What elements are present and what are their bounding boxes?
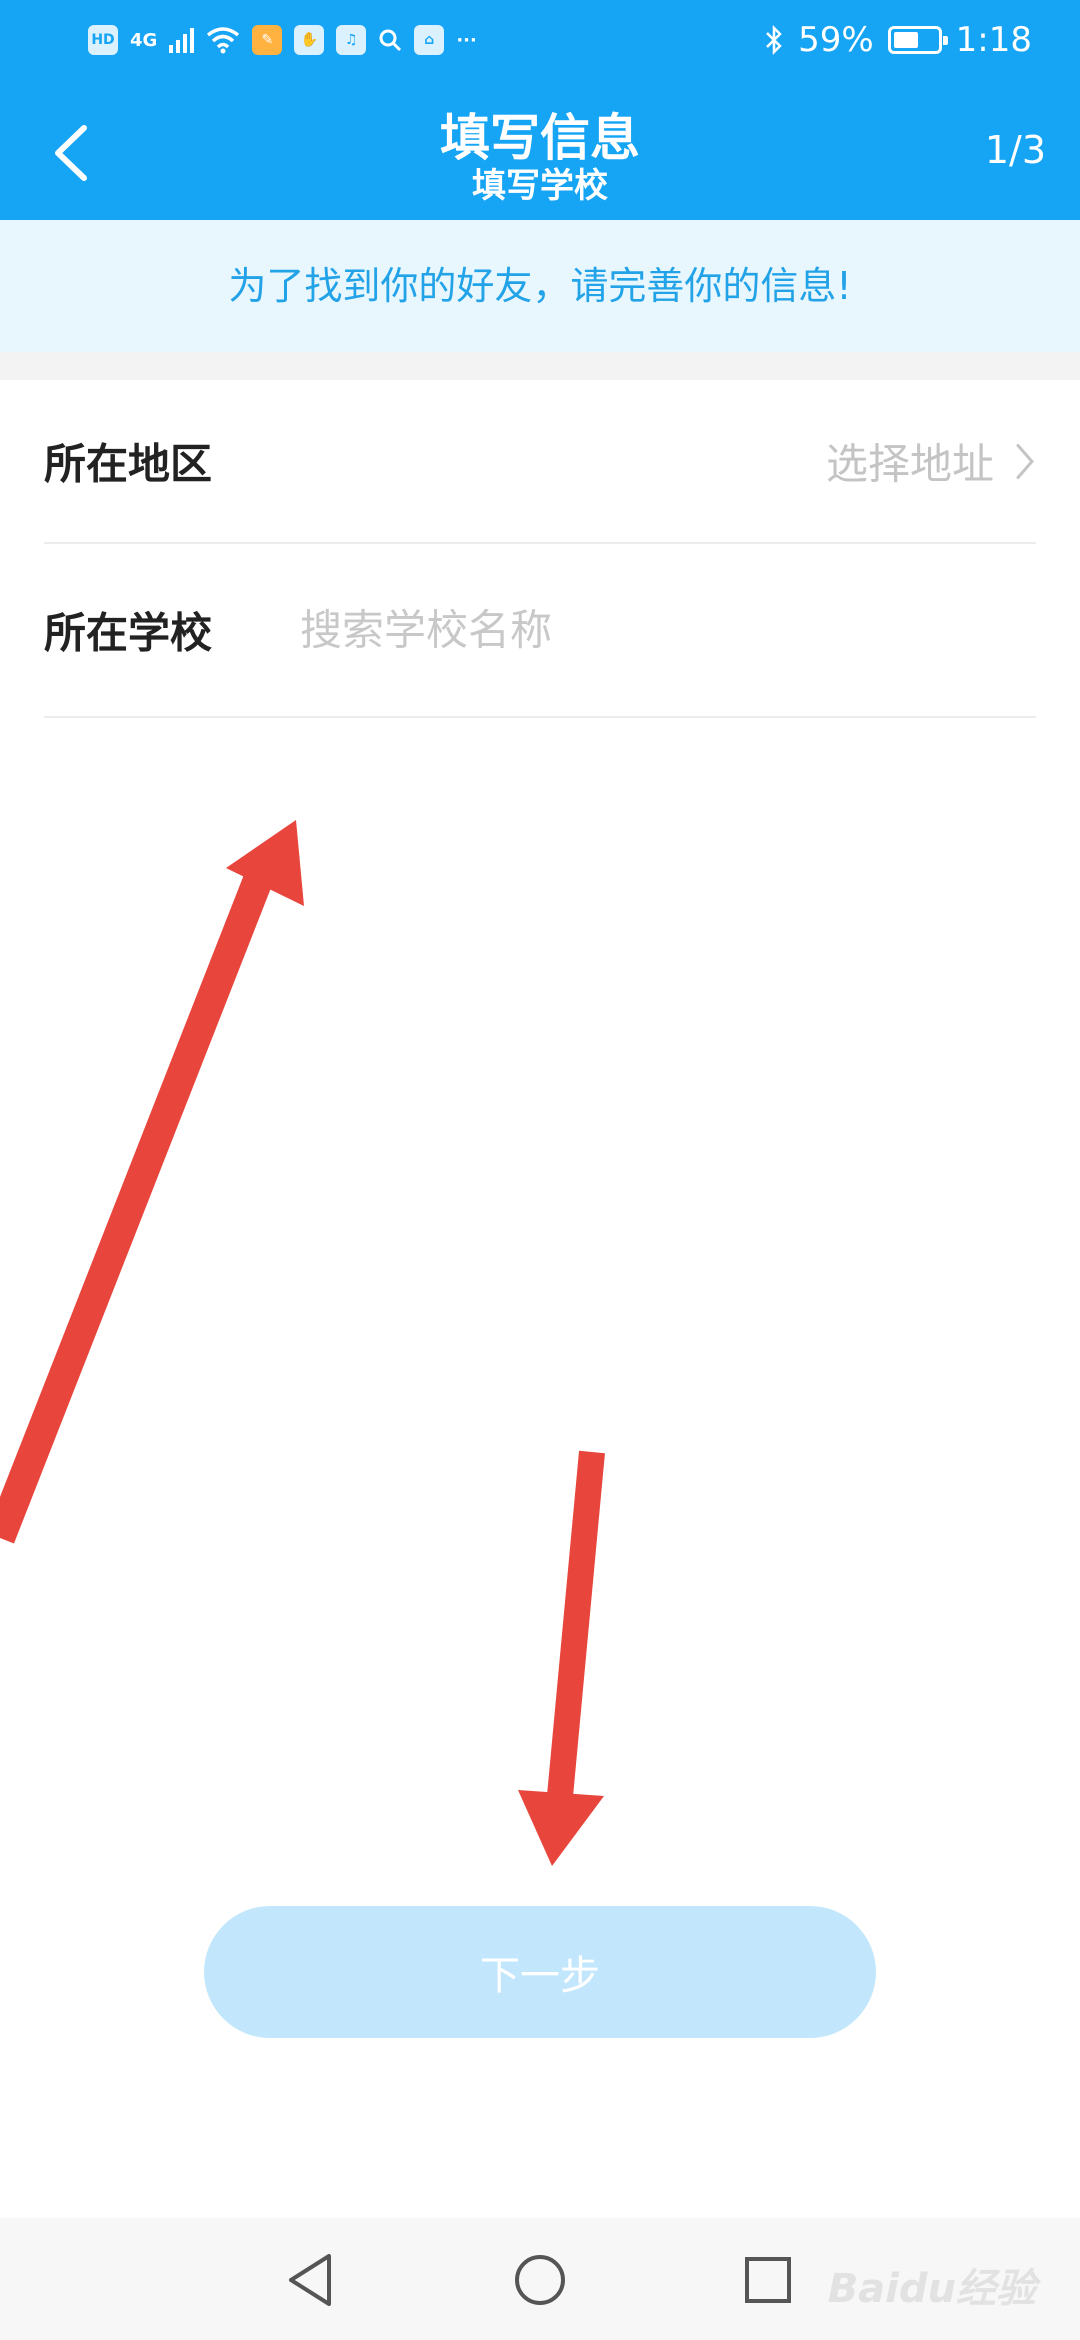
music-icon: ♫ <box>336 25 367 55</box>
next-step-button[interactable]: 下一步 <box>204 1906 876 2038</box>
network-type: 4G <box>130 29 158 51</box>
step-indicator: 1/3 <box>984 128 1046 172</box>
hd-icon: HD <box>88 25 118 55</box>
region-value: 选择地址 <box>825 439 994 489</box>
region-label: 所在地区 <box>44 439 213 489</box>
school-search-input[interactable] <box>300 605 1020 655</box>
app-icon: ✎ <box>252 25 283 55</box>
battery-icon <box>887 26 948 54</box>
status-icons-left: HD 4G ✎ ✋ ♫ ⌂ ··· <box>88 18 477 62</box>
nav-recents-button[interactable] <box>728 2240 808 2320</box>
chevron-right-icon <box>1016 443 1034 479</box>
triangle-back-icon <box>289 2254 331 2306</box>
battery-percent: 59% <box>798 20 874 60</box>
watermark: Baidu经验 <box>827 2266 1036 2312</box>
wifi-icon <box>207 27 240 54</box>
status-icons-right: 59% 1:18 <box>764 18 1032 62</box>
region-picker[interactable]: 选择地址 <box>826 431 1036 492</box>
square-recents-icon <box>745 2257 791 2303</box>
status-bar: HD 4G ✎ ✋ ♫ ⌂ ··· 59% 1:18 <box>0 0 1080 80</box>
system-nav-bar: Baidu经验 <box>0 2218 1080 2340</box>
annotation-arrow-up <box>0 820 304 1544</box>
hand-icon: ✋ <box>294 25 325 55</box>
app-bar: 填写信息 填写学校 1/3 <box>0 80 1080 220</box>
battery-fill <box>893 32 919 48</box>
signal-icon <box>169 27 195 53</box>
more-notifications-icon: ··· <box>456 29 477 51</box>
section-divider <box>0 352 1080 380</box>
annotation-arrow-down <box>518 1450 605 1866</box>
search-icon <box>379 29 402 52</box>
school-row: 所在学校 <box>44 544 1036 718</box>
bluetooth-icon <box>766 24 782 56</box>
clock: 1:18 <box>955 20 1032 60</box>
nav-home-button[interactable] <box>500 2240 580 2320</box>
store-icon: ⌂ <box>414 25 445 55</box>
info-banner: 为了找到你的好友，请完善你的信息! <box>0 220 1080 352</box>
region-row[interactable]: 所在地区 选择地址 <box>44 380 1036 544</box>
page-subtitle: 填写学校 <box>472 166 608 206</box>
school-label: 所在学校 <box>44 608 213 658</box>
circle-home-icon <box>515 2255 565 2305</box>
nav-back-button[interactable] <box>270 2240 350 2320</box>
